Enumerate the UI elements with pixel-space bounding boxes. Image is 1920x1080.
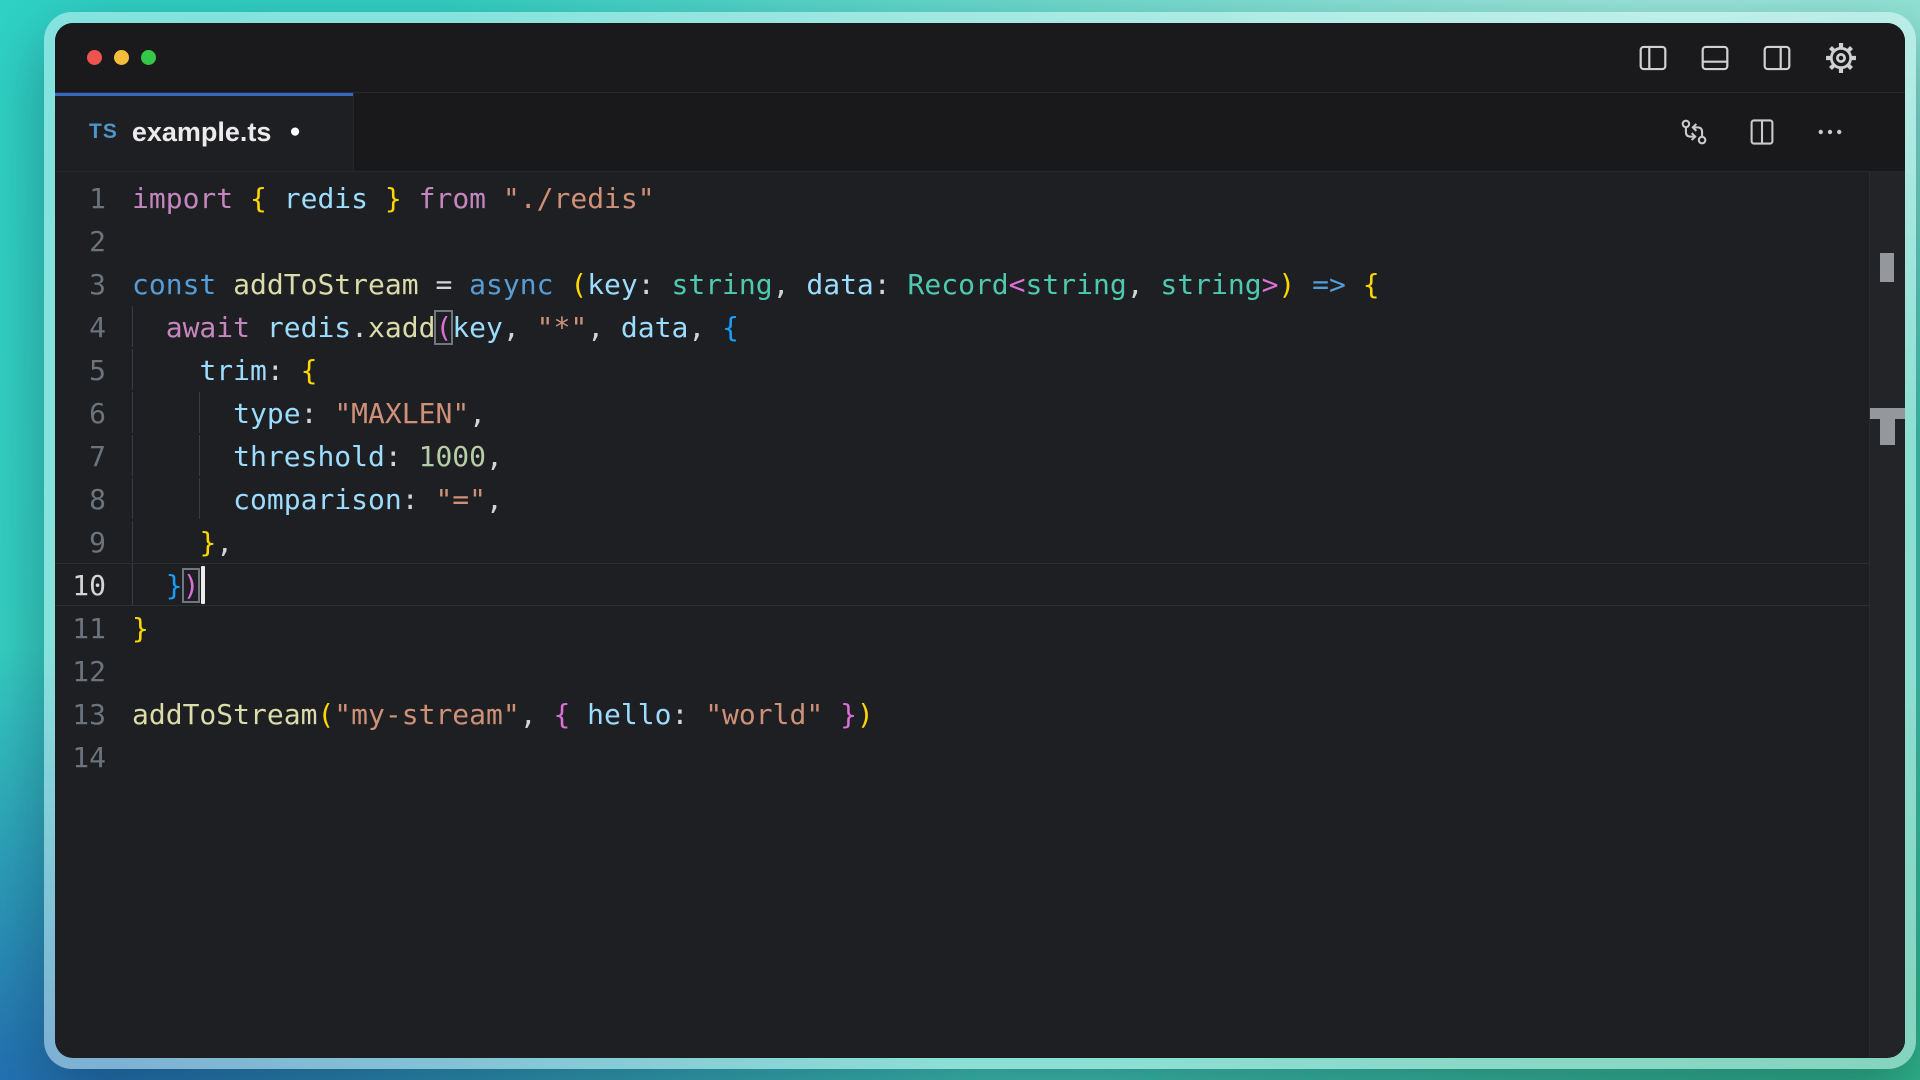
settings-gear-icon[interactable]: [1823, 40, 1859, 76]
line-number: 14: [55, 736, 106, 777]
line-code: await redis.xadd(key, "*", data, {: [132, 306, 1905, 347]
indent-guide: [132, 435, 133, 476]
code-line-13[interactable]: 13 addToStream("my-stream", { hello: "wor…: [55, 692, 1905, 735]
code-lines: 1 import { redis } from "./redis" 23 const …: [55, 176, 1905, 778]
split-editor-icon[interactable]: [1747, 117, 1777, 147]
code-line-11[interactable]: 11}: [55, 606, 1905, 649]
line-code: type: "MAXLEN",: [132, 392, 1905, 433]
minimap-mark: [1880, 408, 1895, 445]
indent-guide: [199, 435, 200, 476]
text-cursor: [201, 566, 205, 604]
modified-indicator-dot[interactable]: ●: [289, 121, 300, 143]
code-line-1[interactable]: 1 import { redis } from "./redis": [55, 176, 1905, 219]
minimap-scrollbar[interactable]: [1869, 172, 1905, 1057]
line-number: 8: [55, 478, 106, 519]
editor-window: TS example.ts ●: [55, 23, 1905, 1058]
line-number: 3: [55, 263, 106, 304]
indent-guide: [132, 564, 133, 605]
tab-bar: TS example.ts ●: [55, 93, 1905, 172]
tab-example-ts[interactable]: TS example.ts ●: [55, 93, 354, 171]
close-button[interactable]: [87, 50, 102, 65]
code-line-6[interactable]: 6 type: "MAXLEN",: [55, 391, 1905, 434]
line-number: 13: [55, 693, 106, 734]
titlebar[interactable]: [55, 23, 1905, 93]
layout-panel-bottom-icon[interactable]: [1699, 42, 1731, 74]
code-line-10[interactable]: 10 }): [55, 563, 1905, 606]
indent-guide: [199, 478, 200, 519]
indent-guide: [132, 478, 133, 519]
indent-guide: [132, 349, 133, 390]
more-actions-icon[interactable]: [1815, 117, 1845, 147]
line-code: }: [132, 607, 1905, 648]
traffic-lights: [87, 50, 156, 65]
line-number: 12: [55, 650, 106, 691]
line-code: comparison: "=",: [132, 478, 1905, 519]
indent-guide: [132, 392, 133, 433]
line-code: import { redis } from "./redis": [132, 177, 1905, 218]
line-number: 10: [55, 564, 106, 605]
titlebar-actions: [1637, 23, 1859, 92]
code-line-14[interactable]: 14: [55, 735, 1905, 778]
open-changes-icon[interactable]: [1679, 117, 1709, 147]
line-code: },: [132, 521, 1905, 562]
line-number: 9: [55, 521, 106, 562]
indent-guide: [199, 392, 200, 433]
line-code: [132, 736, 1905, 777]
code-line-9[interactable]: 9 },: [55, 520, 1905, 563]
line-code: [132, 220, 1905, 261]
line-number: 7: [55, 435, 106, 476]
line-code: }): [132, 564, 1905, 605]
line-code: trim: {: [132, 349, 1905, 390]
tab-actions: [1679, 93, 1845, 171]
code-line-2[interactable]: 2: [55, 219, 1905, 262]
code-editor[interactable]: 1 import { redis } from "./redis" 23 const …: [55, 172, 1905, 1057]
typescript-file-icon: TS: [89, 120, 118, 144]
code-line-3[interactable]: 3 const addToStream = async (key: string,…: [55, 262, 1905, 305]
line-number: 6: [55, 392, 106, 433]
line-code: [132, 650, 1905, 691]
line-number: 1: [55, 177, 106, 218]
line-number: 5: [55, 349, 106, 390]
layout-sidebar-right-icon[interactable]: [1761, 42, 1793, 74]
code-line-7[interactable]: 7 threshold: 1000,: [55, 434, 1905, 477]
minimap-mark: [1880, 253, 1894, 282]
layout-sidebar-left-icon[interactable]: [1637, 42, 1669, 74]
code-line-8[interactable]: 8 comparison: "=",: [55, 477, 1905, 520]
indent-guide: [132, 521, 133, 562]
line-code: addToStream("my-stream", { hello: "world…: [132, 693, 1905, 734]
line-number: 2: [55, 220, 106, 261]
line-code: threshold: 1000,: [132, 435, 1905, 476]
code-line-4[interactable]: 4 await redis.xadd(key, "*", data, {: [55, 305, 1905, 348]
tab-filename: example.ts: [132, 117, 272, 148]
window-bezel: TS example.ts ●: [44, 12, 1916, 1069]
code-line-5[interactable]: 5 trim: {: [55, 348, 1905, 391]
line-code: const addToStream = async (key: string, …: [132, 263, 1905, 304]
zoom-button[interactable]: [141, 50, 156, 65]
line-number: 11: [55, 607, 106, 648]
line-number: 4: [55, 306, 106, 347]
indent-guide: [132, 306, 133, 347]
code-line-12[interactable]: 12: [55, 649, 1905, 692]
minimize-button[interactable]: [114, 50, 129, 65]
